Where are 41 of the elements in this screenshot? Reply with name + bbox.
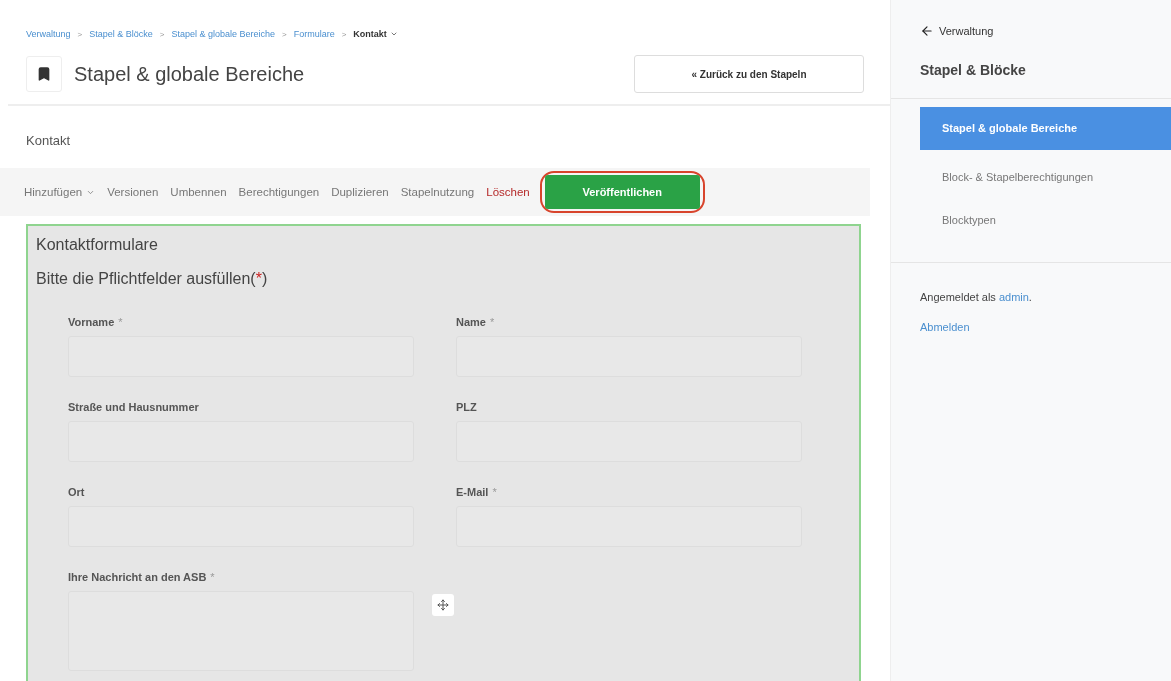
- user-link[interactable]: admin: [998, 291, 1029, 303]
- back-link[interactable]: Verwaltung: [891, 0, 1171, 38]
- sidebar-heading: Stapel & Blöcke: [891, 38, 1171, 99]
- toolbar-link[interactable]: Versionen: [107, 186, 159, 198]
- publish-button[interactable]: Veröffentlichen: [544, 175, 700, 209]
- toolbar-dropdown[interactable]: Hinzufügen: [24, 186, 96, 198]
- caret-icon: [389, 30, 398, 38]
- breadcrumb-separator: >: [77, 29, 83, 39]
- move-icon[interactable]: [432, 594, 454, 616]
- breadcrumb-link[interactable]: Formulare: [293, 29, 335, 39]
- breadcrumb-link[interactable]: Stapel & globale Bereiche: [171, 29, 275, 39]
- breadcrumb-link[interactable]: Stapel & Blöcke: [89, 29, 153, 39]
- toolbar-link[interactable]: Berechtigungen: [238, 186, 320, 198]
- sidebar-item[interactable]: Blocktypen: [920, 199, 1171, 242]
- breadcrumb-separator: >: [159, 29, 165, 39]
- toolbar-link[interactable]: Stapelnutzung: [400, 186, 475, 198]
- breadcrumb-link[interactable]: Kontakt: [353, 29, 398, 39]
- breadcrumb-link[interactable]: Verwaltung: [26, 29, 71, 39]
- breadcrumb-separator: >: [341, 29, 347, 39]
- field-label: Name *: [456, 316, 496, 328]
- field-label: PLZ: [456, 401, 478, 413]
- sidebar-item[interactable]: Block- & Stapelberechtigungen: [920, 156, 1171, 199]
- toolbar-link[interactable]: Umbennen: [170, 186, 227, 198]
- delete-link[interactable]: Löschen: [486, 186, 530, 198]
- field-label: Straße und Hausnummer: [68, 401, 200, 413]
- toolbar-link[interactable]: Duplizieren: [331, 186, 389, 198]
- field-label: Ort: [68, 486, 86, 498]
- back-button[interactable]: « Zurück zu den Stapeln: [634, 55, 864, 93]
- bookmark-icon: [26, 56, 62, 92]
- form-title: Kontaktformulare: [36, 236, 159, 254]
- form-note: Bitte die Pflichtfelder ausfüllen(*): [36, 270, 269, 288]
- sidebar-item[interactable]: Stapel & globale Bereiche: [920, 107, 1171, 150]
- field-label: Vorname *: [68, 316, 124, 328]
- page-title: Stapel & globale Bereiche: [74, 62, 306, 86]
- field-label: E-Mail *: [456, 486, 498, 498]
- breadcrumb-separator: >: [282, 29, 287, 39]
- field-label: Ihre Nachricht an den ASB *: [68, 571, 216, 583]
- logout-link[interactable]: Abmelden: [891, 303, 1171, 333]
- login-status: Angemeldet als admin.: [919, 290, 1033, 303]
- area-name: Kontakt: [26, 133, 71, 148]
- arrow-left-icon: [920, 24, 934, 38]
